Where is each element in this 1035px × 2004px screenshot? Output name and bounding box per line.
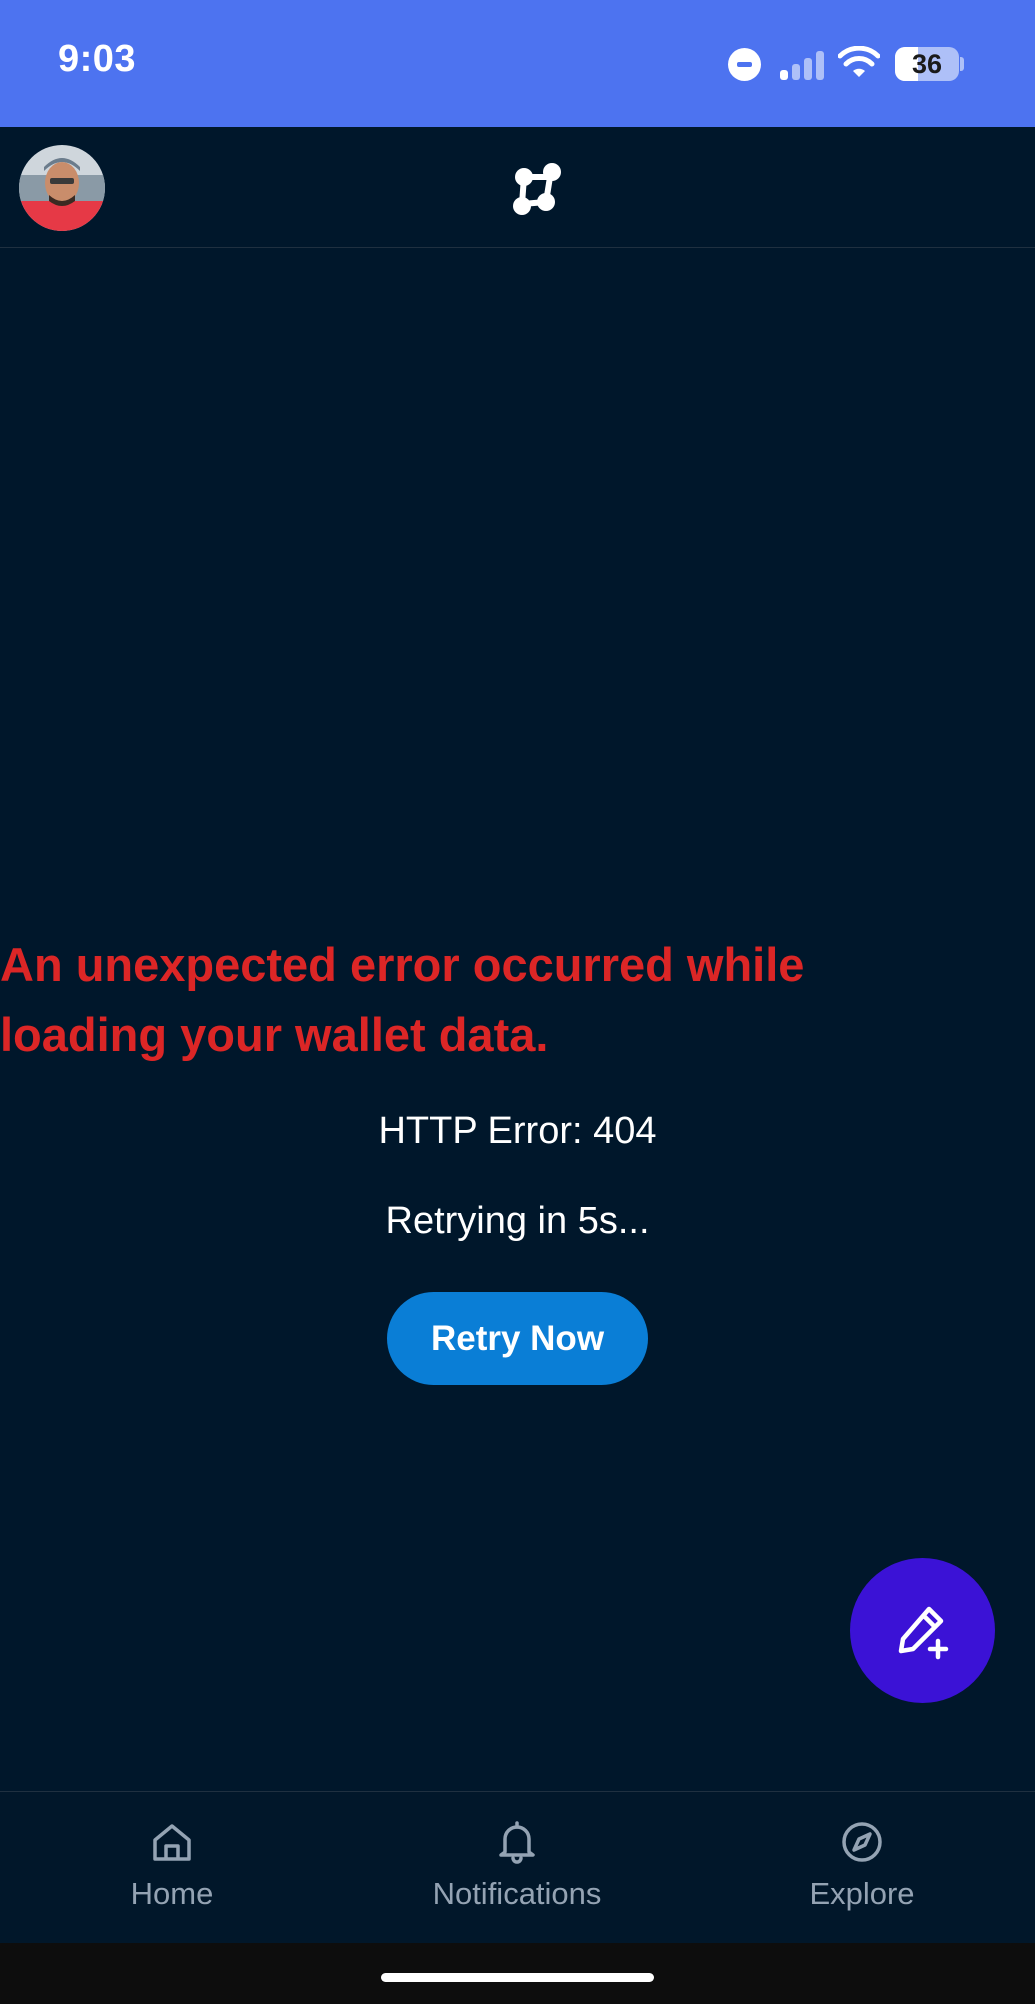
bell-icon <box>499 1821 535 1864</box>
error-message: An unexpected error occurred while loadi… <box>0 938 805 1061</box>
home-icon <box>153 1824 191 1861</box>
network-nodes-logo[interactable] <box>509 162 565 218</box>
avatar-image <box>19 145 105 231</box>
compose-pencil-plus-icon <box>898 1606 948 1659</box>
retry-now-button[interactable]: Retry Now <box>387 1292 648 1385</box>
retry-countdown: Retrying in 5s... <box>385 1200 650 1242</box>
do-not-disturb-icon <box>728 48 761 81</box>
battery-icon: 36 <box>895 47 959 81</box>
http-error-code: HTTP Error: 404 <box>378 1110 657 1152</box>
top-nav <box>0 127 1035 248</box>
bottom-nav: Home Notifications Explore <box>0 1791 1035 1944</box>
nav-item-notifications[interactable]: Notifications <box>367 1792 667 1944</box>
home-indicator-area <box>0 1943 1035 2004</box>
nav-label-explore: Explore <box>809 1876 915 1911</box>
wifi-icon <box>838 46 880 77</box>
user-avatar[interactable] <box>19 145 105 231</box>
nav-item-home[interactable]: Home <box>22 1792 322 1944</box>
nav-label-notifications: Notifications <box>432 1876 602 1911</box>
status-time: 9:03 <box>58 38 137 80</box>
compose-button[interactable] <box>850 1558 995 1703</box>
battery-level: 36 <box>911 49 943 79</box>
compass-icon <box>842 1822 882 1862</box>
battery-nub <box>960 57 964 71</box>
nav-item-explore[interactable]: Explore <box>712 1792 1012 1944</box>
nav-label-home: Home <box>130 1876 214 1911</box>
cellular-signal-icon <box>780 50 826 80</box>
home-indicator[interactable] <box>381 1973 654 1982</box>
